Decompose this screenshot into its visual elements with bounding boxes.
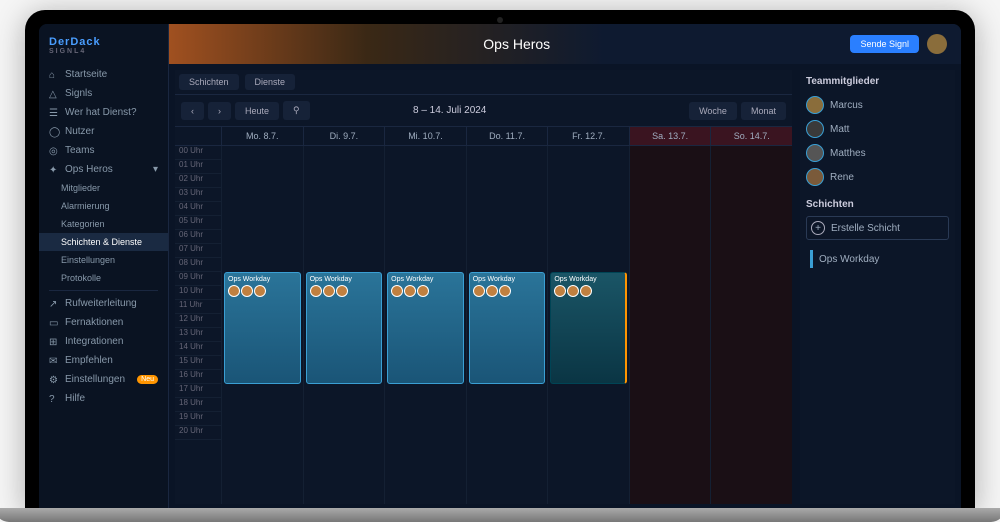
nav-startseite[interactable]: ⌂Startseite	[39, 65, 168, 84]
hour-labels: 00 Uhr01 Uhr02 Uhr03 Uhr04 Uhr05 Uhr06 U…	[175, 146, 221, 504]
member-row[interactable]: Marcus	[806, 93, 949, 117]
nav-team-einstellungen[interactable]: Einstellungen	[39, 251, 168, 269]
plug-icon: ⊞	[49, 337, 59, 347]
new-badge: Neu	[137, 375, 158, 384]
nav-mitglieder[interactable]: Mitglieder	[39, 179, 168, 197]
prev-button[interactable]: ‹	[181, 102, 204, 120]
right-panel: Teammitglieder Marcus Matt Matthes Rene …	[800, 70, 955, 504]
avatar	[806, 120, 824, 138]
next-button[interactable]: ›	[208, 102, 231, 120]
send-signl-button[interactable]: Sende Signl	[850, 35, 919, 53]
gear-icon: ⚙	[49, 375, 59, 385]
day-header: Di. 9.7.	[303, 127, 385, 145]
view-month-button[interactable]: Monat	[741, 102, 786, 120]
nav-wer-hat-dienst[interactable]: ☰Wer hat Dienst?	[39, 103, 168, 122]
day-column-tue[interactable]: Ops Workday	[303, 146, 385, 504]
bell-icon: △	[49, 89, 59, 99]
brand-logo: DerDack SIGNL4	[39, 32, 168, 65]
member-row[interactable]: Rene	[806, 165, 949, 189]
shift-block[interactable]: Ops Workday	[469, 272, 546, 384]
nav-team-ops-heros[interactable]: ✦Ops Heros▾	[39, 160, 168, 179]
day-header: Mo. 8.7.	[221, 127, 303, 145]
day-header-weekend: Sa. 13.7.	[629, 127, 711, 145]
shift-block[interactable]: Ops Workday	[224, 272, 301, 384]
nav-kategorien[interactable]: Kategorien	[39, 215, 168, 233]
day-header: Do. 11.7.	[466, 127, 548, 145]
day-column-wed[interactable]: Ops Workday	[384, 146, 466, 504]
nav-alarmierung[interactable]: Alarmierung	[39, 197, 168, 215]
share-icon: ✉	[49, 356, 59, 366]
help-icon: ?	[49, 394, 59, 404]
nav-empfehlen[interactable]: ✉Empfehlen	[39, 351, 168, 370]
filter-button[interactable]: ⚲	[283, 101, 310, 120]
user-avatar[interactable]	[927, 34, 947, 54]
date-range-label: 8 – 14. Juli 2024	[413, 105, 486, 116]
shift-type-item[interactable]: Ops Workday	[806, 246, 949, 272]
day-column-mon[interactable]: Ops Workday	[221, 146, 303, 504]
day-column-fri[interactable]: Ops Workday	[547, 146, 629, 504]
user-icon: ◯	[49, 127, 59, 137]
remote-icon: ▭	[49, 318, 59, 328]
nav-signls[interactable]: △Signls	[39, 84, 168, 103]
teams-icon: ◎	[49, 146, 59, 156]
home-icon: ⌂	[49, 70, 59, 80]
avatar	[806, 144, 824, 162]
nav-nutzer[interactable]: ◯Nutzer	[39, 122, 168, 141]
color-swatch	[810, 250, 813, 268]
shift-block[interactable]: Ops Workday	[387, 272, 464, 384]
nav-hilfe[interactable]: ?Hilfe	[39, 389, 168, 408]
nav-protokolle[interactable]: Protokolle	[39, 269, 168, 287]
nav-integrationen[interactable]: ⊞Integrationen	[39, 332, 168, 351]
tab-dienste[interactable]: Dienste	[245, 74, 296, 90]
shifts-heading: Schichten	[806, 199, 949, 210]
shift-block[interactable]: Ops Workday	[306, 272, 383, 384]
day-header-weekend: So. 14.7.	[710, 127, 792, 145]
plus-icon: +	[811, 221, 825, 235]
calendar-view: Schichten Dienste ‹ › Heute ⚲ 8 – 14. Ju…	[175, 70, 792, 504]
nav-teams[interactable]: ◎Teams	[39, 141, 168, 160]
tab-schichten[interactable]: Schichten	[179, 74, 239, 90]
day-header: Fr. 12.7.	[547, 127, 629, 145]
page-title: Ops Heros	[483, 36, 550, 52]
shift-block[interactable]: Ops Workday	[550, 272, 627, 384]
today-button[interactable]: Heute	[235, 102, 279, 120]
nav-einstellungen[interactable]: ⚙EinstellungenNeu	[39, 370, 168, 389]
avatar	[806, 168, 824, 186]
view-week-button[interactable]: Woche	[689, 102, 737, 120]
create-shift-button[interactable]: +Erstelle Schicht	[806, 216, 949, 240]
day-header: Mi. 10.7.	[384, 127, 466, 145]
day-column-sat[interactable]	[629, 146, 711, 504]
main-content: Ops Heros Sende Signl Schichten Dienste …	[169, 24, 961, 510]
chevron-down-icon: ▾	[153, 164, 158, 175]
nav-schichten-dienste[interactable]: Schichten & Dienste	[39, 233, 168, 251]
forward-icon: ↗	[49, 299, 59, 309]
day-column-thu[interactable]: Ops Workday	[466, 146, 548, 504]
day-column-sun[interactable]	[710, 146, 792, 504]
page-header: Ops Heros Sende Signl	[169, 24, 961, 64]
sidebar: DerDack SIGNL4 ⌂Startseite △Signls ☰Wer …	[39, 24, 169, 510]
nav-rufweiterleitung[interactable]: ↗Rufweiterleitung	[39, 294, 168, 313]
avatar	[806, 96, 824, 114]
members-heading: Teammitglieder	[806, 76, 949, 87]
nav-fernaktionen[interactable]: ▭Fernaktionen	[39, 313, 168, 332]
duty-icon: ☰	[49, 108, 59, 118]
member-row[interactable]: Matt	[806, 117, 949, 141]
team-icon: ✦	[49, 165, 59, 175]
member-row[interactable]: Matthes	[806, 141, 949, 165]
